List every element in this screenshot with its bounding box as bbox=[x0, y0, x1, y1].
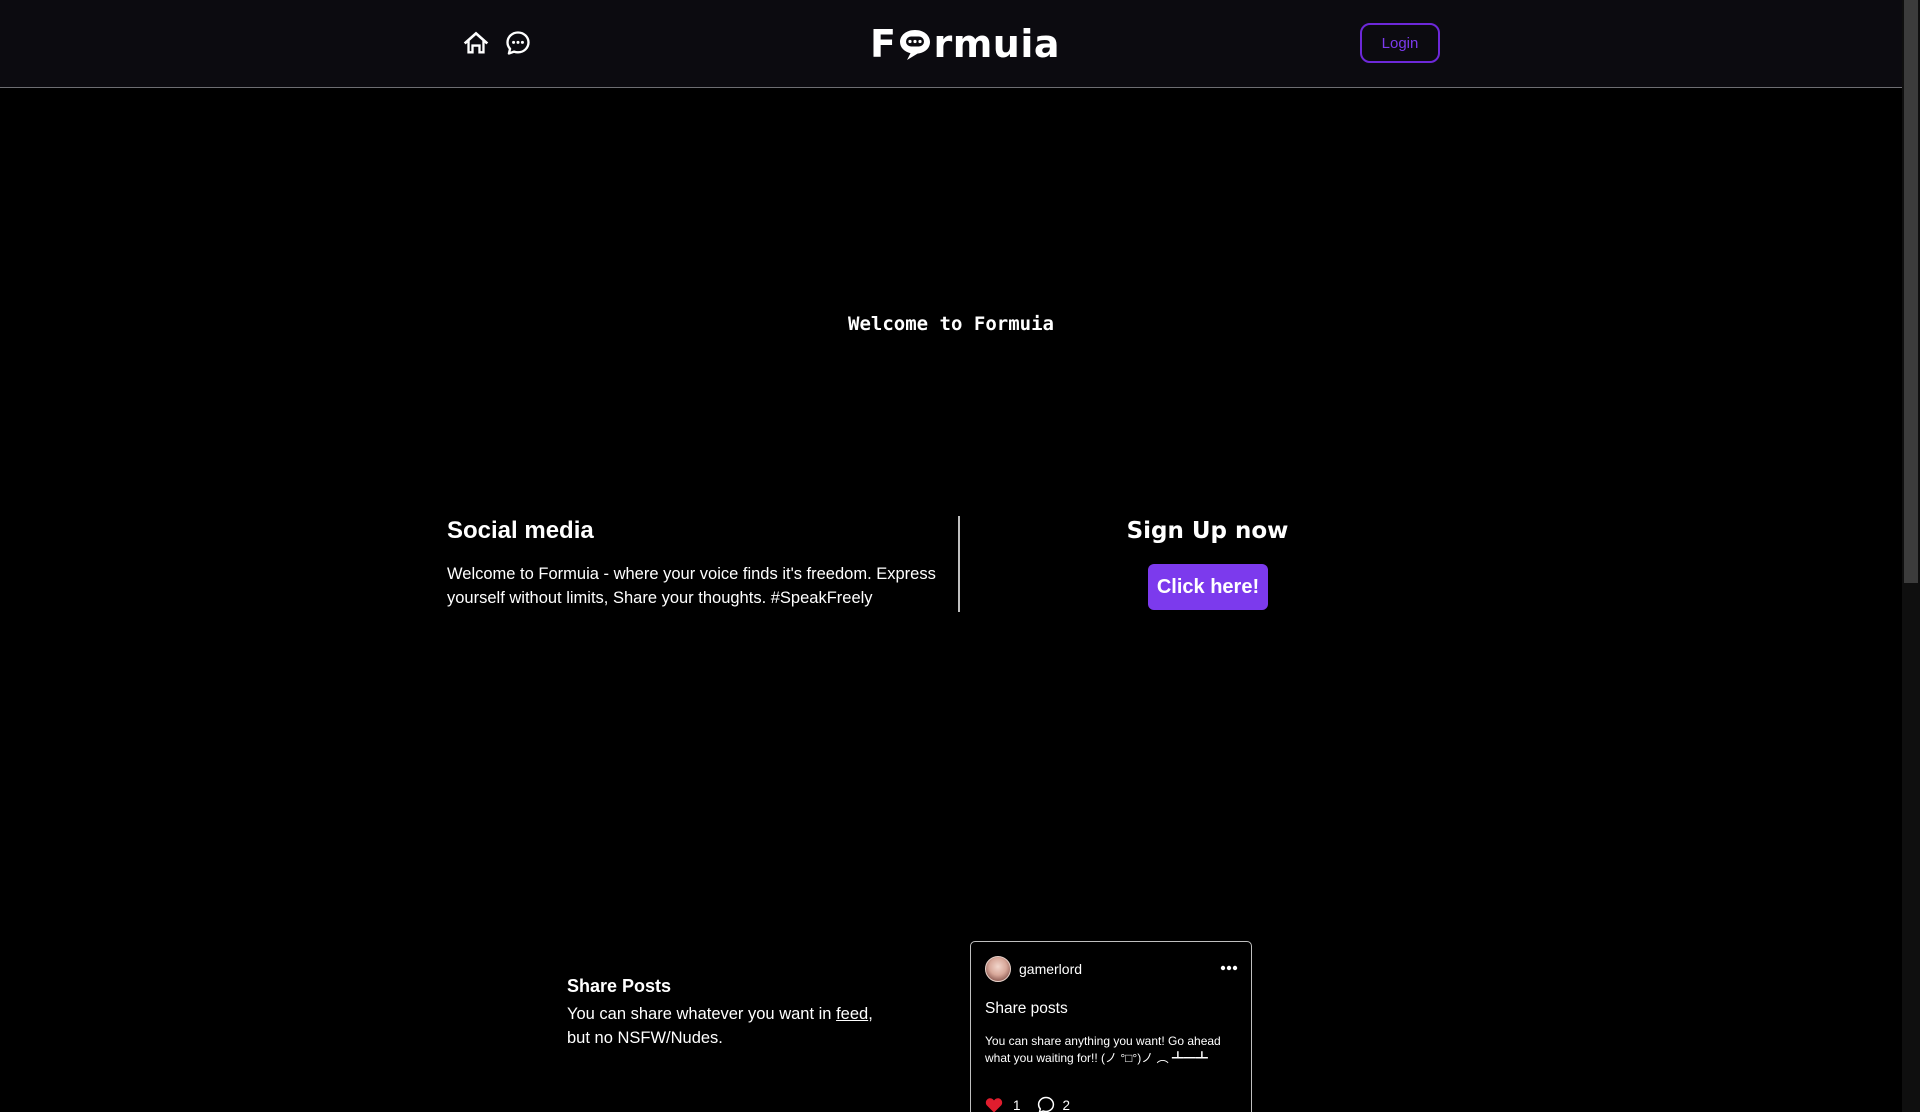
avatar[interactable] bbox=[985, 956, 1011, 982]
signup-cta-button[interactable]: Click here! bbox=[1148, 564, 1268, 610]
like-count: 1 bbox=[1013, 1097, 1021, 1112]
post-actions: 1 2 bbox=[985, 1095, 1070, 1112]
signup-heading: Sign Up now bbox=[1126, 518, 1289, 544]
comment-icon[interactable] bbox=[1037, 1096, 1055, 1112]
share-posts-description: You can share whatever you want in feed,… bbox=[567, 1002, 887, 1050]
logo-text-end: rmuia bbox=[933, 22, 1061, 66]
post-body: You can share anything you want! Go ahea… bbox=[985, 1034, 1221, 1065]
top-navbar: F rmuia Login bbox=[0, 0, 1902, 88]
comment-count: 2 bbox=[1062, 1097, 1071, 1112]
share-posts-heading: Share Posts bbox=[567, 976, 672, 996]
page: F rmuia Login Welcome to Formuia Social … bbox=[0, 0, 1920, 1112]
login-button[interactable]: Login bbox=[1360, 23, 1440, 63]
share-posts-text-start: You can share whatever you want in bbox=[567, 1005, 837, 1023]
site-logo[interactable]: F rmuia bbox=[870, 20, 1060, 68]
home-icon[interactable] bbox=[462, 29, 490, 57]
more-options-icon[interactable] bbox=[1219, 964, 1239, 972]
section-divider bbox=[958, 516, 960, 612]
post-card[interactable]: gamerlord Share posts You can share anyt… bbox=[970, 941, 1252, 1112]
heart-icon[interactable] bbox=[985, 1097, 1003, 1112]
scrollbar-thumb[interactable] bbox=[1904, 0, 1918, 583]
post-title: Share posts bbox=[985, 1000, 1068, 1017]
social-media-description: Welcome to Formuia - where your voice fi… bbox=[447, 565, 936, 607]
chat-bubble-icon[interactable] bbox=[504, 29, 532, 57]
logo-text-start: F bbox=[870, 22, 897, 66]
social-media-heading: Social media bbox=[447, 517, 594, 544]
welcome-heading: Welcome to Formuia bbox=[848, 313, 1054, 335]
post-username[interactable]: gamerlord bbox=[1019, 961, 1082, 977]
speech-bubble-logo-icon bbox=[895, 24, 935, 64]
feed-link[interactable]: feed bbox=[836, 1005, 868, 1023]
